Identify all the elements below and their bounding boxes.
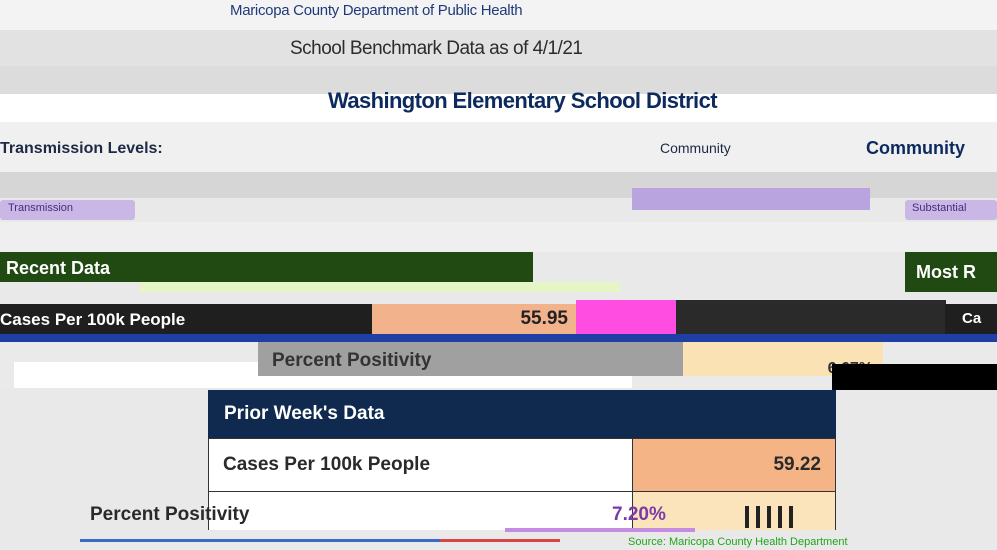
most-recent-title: Most R [916,262,976,282]
prior-week-percent-row [208,492,836,530]
prior-week-title: Prior Week's Data [224,403,385,424]
top-title: Maricopa County Department of Public Hea… [230,2,523,19]
prior-week-header: Prior Week's Data [208,390,836,438]
transmission-chip-right-text: Substantial [912,202,967,214]
prior-week-cases-value: 59.22 [773,454,821,475]
percent-positivity-label: Percent Positivity [272,350,432,371]
source-note: Source: Maricopa County Health Departmen… [628,536,848,548]
black-bar [832,364,997,390]
recent-cases-label: Cases Per 100k People [0,310,186,329]
dark-block [676,300,946,334]
prior-week-cases-label-cell: Cases Per 100k People [208,438,633,492]
recent-data-subtag [140,282,620,292]
prior-week-percent-label-cell [208,492,633,530]
prior-week-percent-value: 7.20% [612,504,666,525]
transmission-label: Transmission Levels: [0,140,163,157]
transmission-chip-left-text: Transmission [8,202,73,214]
footer-red-rule [440,539,560,542]
transmission-right-text: Community [660,140,731,156]
pink-block [576,300,676,334]
prior-week-cases-value-cell: 59.22 [632,438,836,492]
school-name: Washington Elementary School District [328,88,718,113]
transmission-chip-mid [632,188,870,210]
transmission-right-text-2: Community [866,138,965,158]
percent-underline [505,528,695,532]
bar-glyph [778,506,782,528]
page-subtitle: School Benchmark Data as of 4/1/21 [290,38,583,59]
bar-glyph [756,506,760,528]
prior-week-cases-label: Cases Per 100k People [223,454,431,475]
recent-data-title: Recent Data [6,258,111,278]
bar-glyph [745,506,749,528]
footer-blue-rule [80,539,440,542]
bar-glyphs [745,506,805,528]
bar-glyph [789,506,793,528]
blue-strip [0,334,997,342]
prior-week-percent-label: Percent Positivity [90,504,250,525]
prior-week-cases-row: Cases Per 100k People 59.22 [208,438,836,492]
most-recent-cases-label: Ca [962,310,982,327]
bar-glyph [767,506,771,528]
recent-cases-value: 55.95 [520,308,568,329]
band-5 [0,222,997,252]
